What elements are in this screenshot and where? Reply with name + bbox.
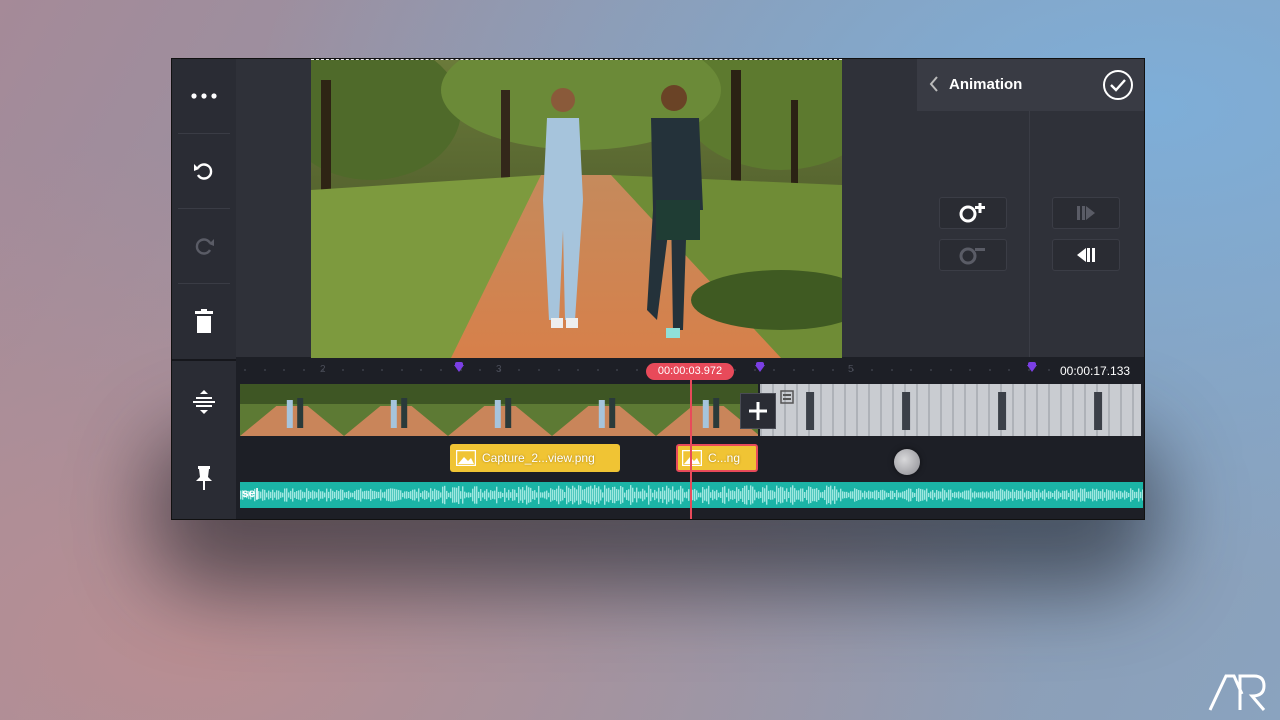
preview-gutter-left xyxy=(236,59,311,357)
ruler-tick xyxy=(381,369,384,371)
more-icon xyxy=(191,93,217,99)
prev-keyframe-button[interactable] xyxy=(1052,239,1120,271)
ruler-tick xyxy=(342,369,344,371)
ruler-tick xyxy=(479,369,482,371)
timeline-toolbar xyxy=(172,359,236,519)
ruler-number: 5 xyxy=(848,364,854,375)
split-button[interactable] xyxy=(172,365,236,439)
confirm-check-button[interactable] xyxy=(1102,69,1134,101)
ruler-tick xyxy=(636,369,638,371)
ruler-number: 3 xyxy=(496,364,502,375)
thumbnail xyxy=(1048,384,1141,436)
ruler-tick xyxy=(596,369,599,371)
ruler-tick xyxy=(969,369,972,371)
ruler-tick xyxy=(440,369,442,371)
ruler-tick xyxy=(1008,369,1011,371)
thumbnail xyxy=(552,384,656,436)
video-clip[interactable] xyxy=(760,384,1141,436)
ruler-tick xyxy=(244,369,246,371)
ruler-tick xyxy=(792,369,795,371)
thumbnail xyxy=(448,384,552,436)
ruler-tick xyxy=(1047,369,1050,371)
panel-title: Animation xyxy=(949,76,1023,93)
thumbnail xyxy=(240,384,344,436)
ruler-tick xyxy=(420,369,423,371)
ruler-tick xyxy=(949,369,952,371)
next-keyframe-icon xyxy=(1077,206,1095,220)
video-thumbnails xyxy=(760,384,1141,436)
ruler-tick xyxy=(773,369,776,371)
video-thumbnails xyxy=(240,384,758,436)
ruler-tick xyxy=(577,369,580,371)
ruler-tick xyxy=(616,369,619,371)
redo-icon xyxy=(195,238,214,255)
remove-keyframe-button[interactable] xyxy=(939,239,1007,271)
channel-logo xyxy=(1208,674,1266,711)
ruler-tick xyxy=(263,369,266,371)
ruler-tick xyxy=(812,369,815,371)
ruler-tick xyxy=(400,369,403,371)
preview-frame xyxy=(311,60,842,358)
thumbnail xyxy=(952,384,1048,436)
plus-icon xyxy=(749,402,767,420)
pin-button[interactable] xyxy=(172,441,236,515)
bookmark-marker[interactable] xyxy=(1027,362,1037,372)
ruler-tick xyxy=(283,369,286,371)
undo-button[interactable] xyxy=(172,134,236,208)
trash-icon xyxy=(195,309,213,333)
video-preview[interactable] xyxy=(311,59,842,358)
prev-keyframe-icon xyxy=(1077,248,1095,262)
video-clip[interactable] xyxy=(240,384,758,436)
ruler-tick xyxy=(890,369,893,371)
layer-label: C...ng xyxy=(708,451,741,465)
image-icon xyxy=(682,450,702,466)
total-time-label: 00:00:17.133 xyxy=(1060,364,1131,378)
more-button[interactable] xyxy=(172,59,236,133)
undo-icon xyxy=(194,163,213,180)
ruler-tick xyxy=(302,369,305,371)
back-chevron-icon[interactable] xyxy=(929,75,939,93)
ruler-tick xyxy=(988,369,991,371)
keyframe-add-icon xyxy=(959,203,985,223)
image-layer-clip[interactable]: Capture_2...view.png xyxy=(450,444,620,472)
ruler-tick xyxy=(930,369,932,371)
left-toolbar xyxy=(172,59,236,359)
keyframe-remove-icon xyxy=(959,247,985,265)
animation-panel: Animation xyxy=(917,59,1144,357)
preview-gutter-right xyxy=(842,59,917,357)
redo-button[interactable] xyxy=(172,209,236,283)
add-keyframe-button[interactable] xyxy=(939,197,1007,229)
ruler-tick xyxy=(518,369,521,371)
thumbnail xyxy=(344,384,448,436)
panel-header: Animation xyxy=(917,59,1144,111)
thumbnail xyxy=(856,384,952,436)
ruler-tick xyxy=(832,369,834,371)
audio-label: se| xyxy=(242,486,259,500)
layer-label: Capture_2...view.png xyxy=(482,451,595,465)
image-layer-clip-selected[interactable]: C...ng xyxy=(676,444,758,472)
next-keyframe-button[interactable] xyxy=(1052,197,1120,229)
ruler-tick xyxy=(361,369,364,371)
pin-icon xyxy=(196,466,212,490)
scroll-knob[interactable] xyxy=(894,449,920,475)
split-icon xyxy=(193,390,215,414)
ruler-tick xyxy=(734,369,736,371)
ruler-tick xyxy=(557,369,560,371)
image-icon xyxy=(456,450,476,466)
ruler-number: 2 xyxy=(320,364,326,375)
ruler-tick xyxy=(871,369,874,371)
bookmark-marker[interactable] xyxy=(755,362,765,372)
delete-button[interactable] xyxy=(172,284,236,358)
ruler-tick xyxy=(538,369,540,371)
add-media-button[interactable] xyxy=(740,393,776,429)
bookmark-marker[interactable] xyxy=(454,362,464,372)
keyframe-column xyxy=(917,111,1030,357)
playhead[interactable] xyxy=(690,377,692,519)
navigation-column xyxy=(1030,111,1142,357)
video-editor-app: Animation 2 3 5 00:00:03.972 00:00:17.13… xyxy=(172,59,1144,519)
clip-type-icon xyxy=(780,390,794,404)
ruler-tick xyxy=(910,369,913,371)
